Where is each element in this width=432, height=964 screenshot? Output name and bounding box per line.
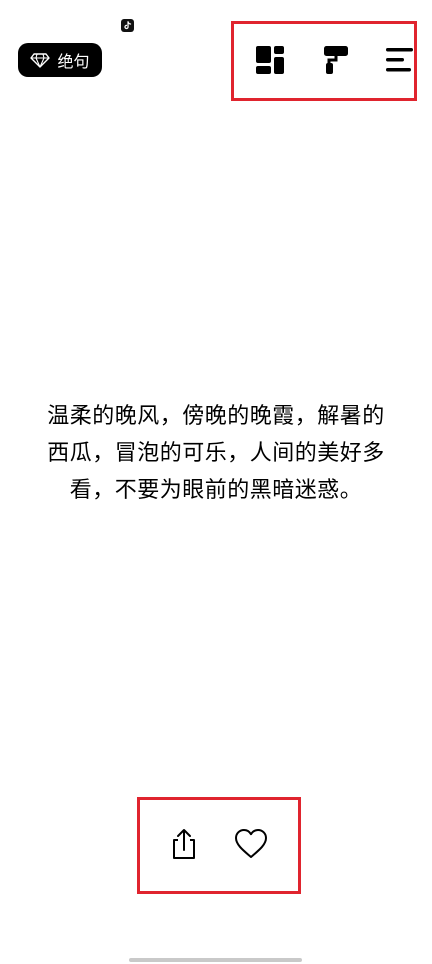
menu-button[interactable] bbox=[383, 45, 417, 79]
heart-icon bbox=[234, 828, 268, 864]
tiktok-icon bbox=[121, 19, 134, 32]
layout-button[interactable] bbox=[253, 45, 287, 79]
theme-button[interactable] bbox=[319, 45, 353, 79]
category-badge[interactable]: 绝句 bbox=[18, 43, 102, 77]
share-icon bbox=[168, 828, 200, 864]
diamond-icon bbox=[30, 52, 51, 68]
paint-roller-icon bbox=[321, 45, 351, 79]
home-indicator[interactable] bbox=[129, 958, 302, 962]
like-button[interactable] bbox=[233, 828, 269, 864]
layout-icon bbox=[255, 45, 285, 79]
share-button[interactable] bbox=[166, 828, 202, 864]
menu-icon bbox=[385, 45, 415, 79]
quote-text: 温柔的晚风，傍晚的晚霞，解暑的西瓜，冒泡的可乐，人间的美好多看，不要为眼前的黑暗… bbox=[47, 404, 385, 503]
badge-label: 绝句 bbox=[57, 52, 90, 71]
bottom-actions bbox=[137, 797, 301, 894]
top-toolbar bbox=[231, 21, 417, 101]
